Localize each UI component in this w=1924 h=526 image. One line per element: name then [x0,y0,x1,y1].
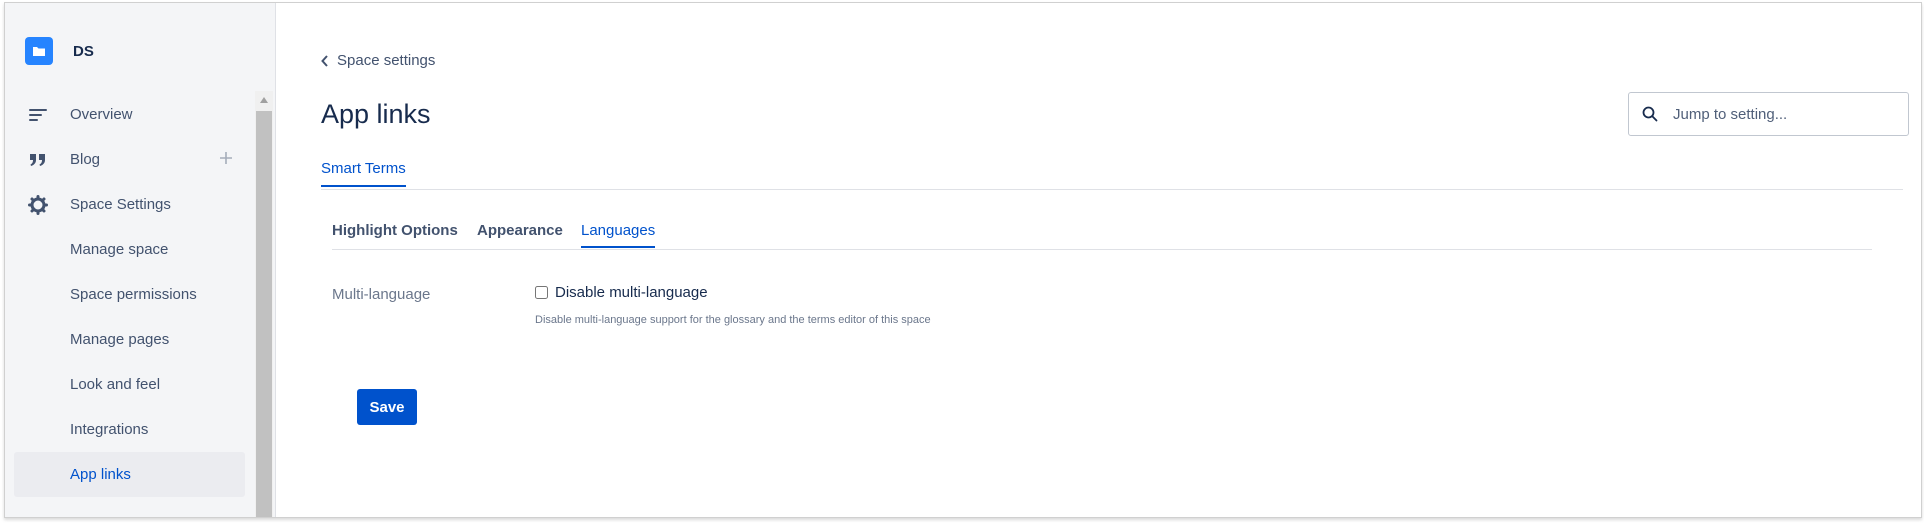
breadcrumb-label: Space settings [337,52,436,69]
tab-appearance[interactable]: Appearance [477,222,563,246]
breadcrumb[interactable]: Space settings [321,52,435,69]
gear-icon [26,193,50,217]
sidebar-item-label: Space Settings [70,196,171,213]
plus-icon[interactable] [219,151,233,169]
sidebar-item-blog[interactable]: Blog [5,137,255,182]
scrollbar-thumb[interactable] [256,111,272,517]
search-icon [1642,106,1658,122]
sidebar-item-app-links[interactable]: App links [14,452,245,497]
sidebar-item-label: Overview [70,106,133,123]
sidebar-item-label: Integrations [70,421,149,438]
page-title: App links [321,99,431,129]
top-tab-bar: Smart Terms [321,160,1903,190]
sidebar-item-overview[interactable]: Overview [5,92,255,137]
space-name: DS [73,42,94,60]
disable-multi-language-checkbox[interactable] [535,286,548,299]
sidebar-item-label: Blog [70,151,101,168]
sidebar-item-integrations[interactable]: Integrations [5,407,255,452]
sidebar-item-space-permissions[interactable]: Space permissions [5,272,255,317]
space-folder-icon [25,37,53,65]
save-button[interactable]: Save [357,389,417,425]
sidebar-item-space-settings[interactable]: Space Settings [5,182,255,227]
setting-search[interactable] [1628,92,1909,136]
quote-icon [26,148,50,172]
space-header[interactable]: DS [25,37,94,65]
chevron-left-icon [321,54,328,67]
sidebar-item-manage-pages[interactable]: Manage pages [5,317,255,362]
sidebar-item-label: Look and feel [70,376,161,393]
overview-icon [26,103,50,127]
sidebar-item-manage-space[interactable]: Manage space [5,227,255,272]
sidebar-scrollbar[interactable] [255,91,273,517]
main-content: Space settings App links Smart Terms Hig… [277,3,1921,517]
disable-multi-language-option[interactable]: Disable multi-language [535,284,708,301]
multi-language-help-text: Disable multi-language support for the g… [535,314,931,326]
sidebar-item-label: Manage space [70,241,169,258]
search-input[interactable] [1673,105,1893,123]
sub-tab-bar: Highlight Options Appearance Languages [332,222,1872,250]
sidebar-item-look-and-feel[interactable]: Look and feel [5,362,255,407]
tab-highlight-options[interactable]: Highlight Options [332,222,458,246]
sidebar-item-label: Space permissions [70,286,197,303]
checkbox-label: Disable multi-language [555,284,708,301]
sidebar-nav: Overview Blog Space Settings Manage spac… [5,92,255,497]
scroll-up-arrow-icon[interactable] [255,91,273,109]
multi-language-label: Multi-language [332,286,431,303]
sidebar-item-label: Manage pages [70,331,170,348]
tab-smart-terms[interactable]: Smart Terms [321,160,406,187]
tab-languages[interactable]: Languages [581,222,656,248]
app-window: DS Overview Blog Space Settings Manage s… [4,2,1922,518]
sidebar-item-label: App links [70,466,131,483]
sidebar: DS Overview Blog Space Settings Manage s… [5,3,276,517]
